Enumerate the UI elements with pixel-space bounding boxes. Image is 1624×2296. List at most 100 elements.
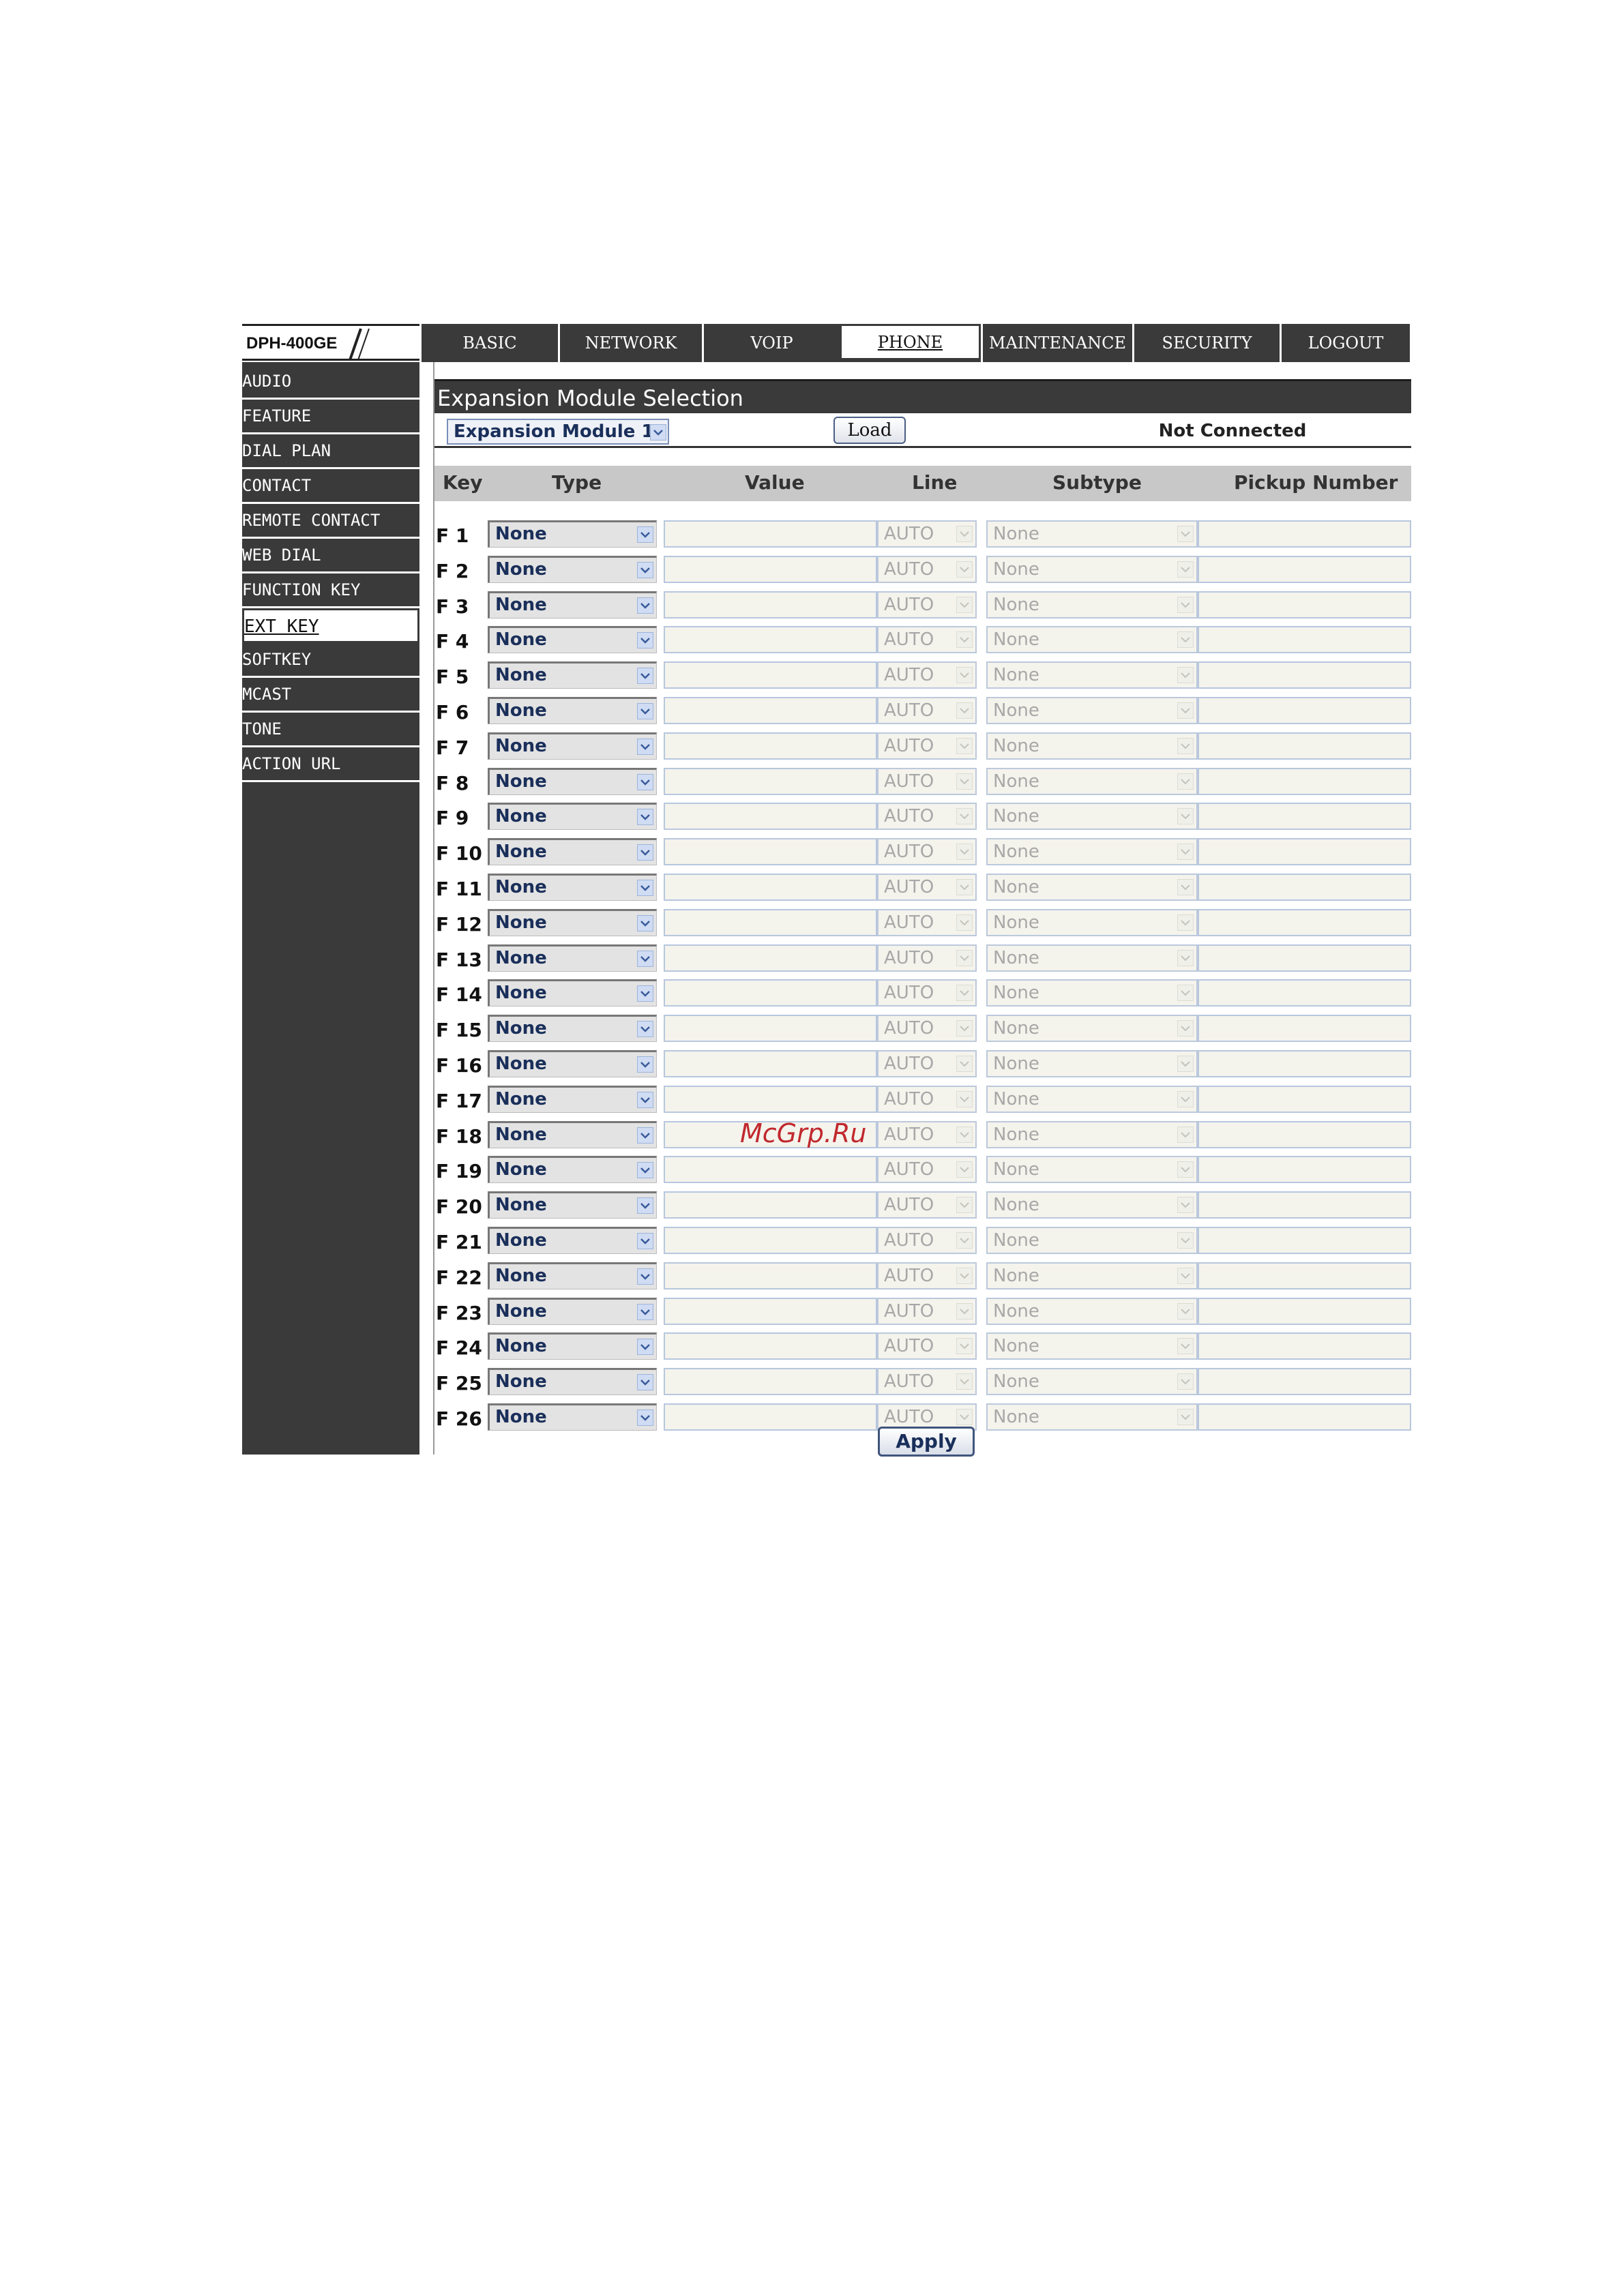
subtype-select[interactable]: None (986, 979, 1198, 1007)
type-select[interactable]: None (488, 803, 657, 831)
subtype-select[interactable]: None (986, 803, 1198, 831)
value-input[interactable] (664, 661, 877, 689)
type-select[interactable]: None (488, 1120, 657, 1148)
pickup-number-input[interactable] (1198, 1050, 1411, 1077)
subtype-select[interactable]: None (986, 1156, 1198, 1184)
pickup-number-input[interactable] (1198, 874, 1411, 901)
pickup-number-input[interactable] (1198, 1403, 1411, 1431)
value-input[interactable] (664, 520, 877, 548)
line-select[interactable]: AUTO (877, 1120, 977, 1148)
type-select[interactable]: None (488, 767, 657, 795)
tab-voip[interactable]: VOIP (702, 324, 840, 362)
pickup-number-input[interactable] (1198, 944, 1411, 972)
pickup-number-input[interactable] (1198, 1227, 1411, 1254)
sidebar-item-feature[interactable]: FEATURE (242, 400, 419, 434)
pickup-number-input[interactable] (1198, 1156, 1411, 1184)
tab-maintenance[interactable]: MAINTENANCE (981, 324, 1132, 362)
tab-logout[interactable]: LOGOUT (1280, 324, 1410, 362)
type-select[interactable]: None (488, 555, 657, 583)
type-select[interactable]: None (488, 1227, 657, 1254)
type-select[interactable]: None (488, 1191, 657, 1219)
subtype-select[interactable]: None (986, 944, 1198, 972)
pickup-number-input[interactable] (1198, 1262, 1411, 1289)
subtype-select[interactable]: None (986, 1191, 1198, 1219)
value-input[interactable] (664, 1332, 877, 1360)
value-input[interactable] (664, 555, 877, 583)
pickup-number-input[interactable] (1198, 767, 1411, 795)
subtype-select[interactable]: None (986, 838, 1198, 866)
type-select[interactable]: None (488, 1403, 657, 1431)
subtype-select[interactable]: None (986, 661, 1198, 689)
line-select[interactable]: AUTO (877, 732, 977, 760)
value-input[interactable] (664, 838, 877, 866)
value-input[interactable] (664, 1156, 877, 1184)
value-input[interactable] (664, 1191, 877, 1219)
type-select[interactable]: None (488, 1156, 657, 1184)
subtype-select[interactable]: None (986, 1368, 1198, 1396)
type-select[interactable]: None (488, 520, 657, 548)
pickup-number-input[interactable] (1198, 520, 1411, 548)
subtype-select[interactable]: None (986, 626, 1198, 654)
line-select[interactable]: AUTO (877, 1156, 977, 1184)
subtype-select[interactable]: None (986, 1297, 1198, 1325)
pickup-number-input[interactable] (1198, 908, 1411, 936)
line-select[interactable]: AUTO (877, 1262, 977, 1289)
value-input[interactable] (664, 626, 877, 654)
pickup-number-input[interactable] (1198, 1297, 1411, 1325)
pickup-number-input[interactable] (1198, 1332, 1411, 1360)
pickup-number-input[interactable] (1198, 555, 1411, 583)
subtype-select[interactable]: None (986, 1120, 1198, 1148)
value-input[interactable] (664, 767, 877, 795)
line-select[interactable]: AUTO (877, 1332, 977, 1360)
line-select[interactable]: AUTO (877, 1227, 977, 1254)
type-select[interactable]: None (488, 838, 657, 866)
pickup-number-input[interactable] (1198, 591, 1411, 618)
sidebar-item-tone[interactable]: TONE (242, 713, 419, 747)
pickup-number-input[interactable] (1198, 732, 1411, 760)
value-input[interactable] (664, 1050, 877, 1077)
line-select[interactable]: AUTO (877, 803, 977, 831)
line-select[interactable]: AUTO (877, 626, 977, 654)
value-input[interactable] (664, 1015, 877, 1043)
value-input[interactable] (664, 803, 877, 831)
pickup-number-input[interactable] (1198, 1120, 1411, 1148)
type-select[interactable]: None (488, 979, 657, 1007)
sidebar-item-dial-plan[interactable]: DIAL PLAN (242, 434, 419, 469)
type-select[interactable]: None (488, 1015, 657, 1043)
expansion-module-select[interactable]: Expansion Module 1 (447, 419, 669, 445)
sidebar-item-contact[interactable]: CONTACT (242, 469, 419, 504)
line-select[interactable]: AUTO (877, 1085, 977, 1113)
tab-basic[interactable]: BASIC (419, 324, 558, 362)
type-select[interactable]: None (488, 732, 657, 760)
type-select[interactable]: None (488, 1050, 657, 1077)
line-select[interactable]: AUTO (877, 1015, 977, 1043)
sidebar-item-softkey[interactable]: SOFTKEY (242, 643, 419, 678)
sidebar-item-action-url[interactable]: ACTION URL (242, 747, 419, 782)
value-input[interactable] (664, 874, 877, 901)
line-select[interactable]: AUTO (877, 838, 977, 866)
subtype-select[interactable]: None (986, 767, 1198, 795)
line-select[interactable]: AUTO (877, 1368, 977, 1396)
line-select[interactable]: AUTO (877, 661, 977, 689)
type-select[interactable]: None (488, 944, 657, 972)
subtype-select[interactable]: None (986, 908, 1198, 936)
tab-phone[interactable]: PHONE (840, 324, 981, 362)
subtype-select[interactable]: None (986, 591, 1198, 618)
pickup-number-input[interactable] (1198, 838, 1411, 866)
line-select[interactable]: AUTO (877, 697, 977, 724)
value-input[interactable] (664, 1403, 877, 1431)
line-select[interactable]: AUTO (877, 874, 977, 901)
value-input[interactable] (664, 908, 877, 936)
value-input[interactable] (664, 1227, 877, 1254)
subtype-select[interactable]: None (986, 1332, 1198, 1360)
type-select[interactable]: None (488, 1368, 657, 1396)
line-select[interactable]: AUTO (877, 520, 977, 548)
pickup-number-input[interactable] (1198, 1191, 1411, 1219)
pickup-number-input[interactable] (1198, 661, 1411, 689)
line-select[interactable]: AUTO (877, 767, 977, 795)
line-select[interactable]: AUTO (877, 979, 977, 1007)
pickup-number-input[interactable] (1198, 626, 1411, 654)
subtype-select[interactable]: None (986, 874, 1198, 901)
type-select[interactable]: None (488, 874, 657, 901)
pickup-number-input[interactable] (1198, 697, 1411, 724)
